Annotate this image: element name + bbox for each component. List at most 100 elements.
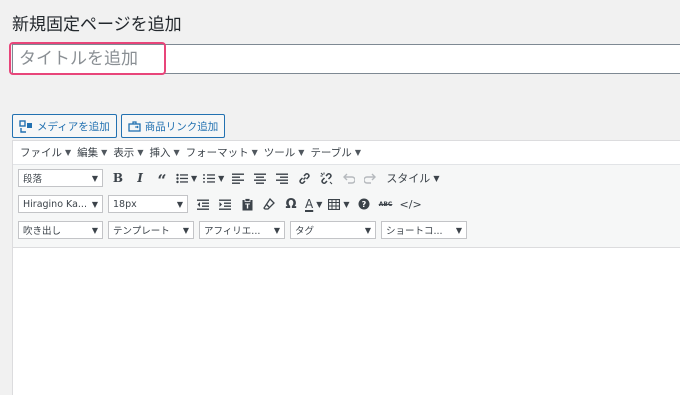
menu-tools-label: ツール [263,147,296,159]
product-link-icon [128,120,141,132]
font-size-select[interactable]: 18px ▼ [108,195,188,213]
menu-file[interactable]: ファイル ▼ [20,145,77,160]
strikethrough-button[interactable]: ABC [376,194,396,214]
chevron-down-icon: ▼ [354,148,361,157]
chevron-down-icon: ▼ [251,148,258,157]
add-product-link-button[interactable]: 商品リンク追加 [120,114,226,138]
bold-icon: B [112,171,124,185]
unlink-button[interactable] [316,168,336,188]
editor-menubar: ファイル ▼ 編集 ▼ 表示 ▼ 挿入 ▼ フォーマット ▼ ツール ▼ テーブル ▼ [13,141,680,165]
chevron-down-icon: ▼ [343,199,350,209]
chevron-down-icon: ▼ [191,173,198,183]
italic-button[interactable]: I [130,168,150,188]
chevron-down-icon: ▼ [173,148,180,157]
clear-formatting-button[interactable] [259,194,279,214]
menu-view-label: 表示 [113,147,135,159]
toolbar-row-1: 段落 ▼ B I “ ▼ ▼ スタイル ▼ [13,165,680,191]
table-button[interactable]: ▼ [326,194,351,214]
editor-toolbar: ファイル ▼ 編集 ▼ 表示 ▼ 挿入 ▼ フォーマット ▼ ツール ▼ テーブル ▼ 段落 ▼… [13,141,680,248]
shortcode-select-value: ショートコ... [386,226,443,237]
italic-icon: I [137,171,143,185]
chevron-down-icon: ▼ [364,225,371,235]
redo-button[interactable] [360,168,380,188]
chevron-down-icon: ▼ [455,225,462,235]
chevron-down-icon: ▼ [91,225,98,235]
menu-insert[interactable]: 挿入 ▼ [149,145,185,160]
quote-icon: “ [157,170,167,190]
outdent-button[interactable] [193,194,213,214]
font-family-select[interactable]: Hiragino Ka... ▼ [18,195,103,213]
indent-button[interactable] [215,194,235,214]
menu-format-label: フォーマット [185,147,249,159]
chevron-down-icon: ▼ [65,148,72,157]
bullet-list-icon [176,173,188,183]
menu-table[interactable]: テーブル ▼ [310,145,367,160]
media-buttons-row: メディアを追加 商品リンク追加 [12,114,226,138]
chevron-down-icon: ▼ [433,173,440,183]
chevron-down-icon: ▼ [298,148,305,157]
text-color-button[interactable]: A ▼ [303,194,324,214]
menu-file-label: ファイル [20,147,62,159]
template-select-value: テンプレート [113,226,170,237]
chevron-down-icon: ▼ [273,225,280,235]
chevron-down-icon: ▼ [176,199,183,209]
toolbar-row-3: 吹き出し ▼ テンプレート ▼ アフィリエ... ▼ タグ ▼ ショートコ... ▼ [13,217,680,243]
menu-insert-label: 挿入 [149,147,171,159]
add-media-label: メディアを追加 [37,120,110,133]
menu-view[interactable]: 表示 ▼ [113,145,149,160]
title-input[interactable] [14,45,614,73]
affiliate-select[interactable]: アフィリエ... ▼ [199,221,285,239]
undo-button[interactable] [338,168,358,188]
paste-as-text-button[interactable]: T [237,194,257,214]
insert-link-button[interactable] [294,168,314,188]
chevron-down-icon: ▼ [316,199,323,209]
numbered-list-button[interactable]: ▼ [201,168,226,188]
eraser-icon [263,198,275,210]
unlink-icon [320,172,333,184]
style-dropdown-label: スタイル [386,172,431,185]
menu-edit[interactable]: 編集 ▼ [77,145,113,160]
help-button[interactable]: ? [354,194,374,214]
page-title: 新規固定ページを追加 [12,15,182,35]
style-dropdown[interactable]: スタイル ▼ [384,168,441,188]
add-media-button[interactable]: メディアを追加 [12,114,117,138]
link-icon [299,172,310,184]
affiliate-select-value: アフィリエ... [204,226,261,237]
tag-select-value: タグ [295,226,315,237]
menu-tools[interactable]: ツール ▼ [264,145,311,160]
font-size-value: 18px [113,198,137,210]
code-icon: </> [399,197,422,211]
code-button[interactable]: </> [398,194,424,214]
menu-format[interactable]: フォーマット ▼ [186,145,264,160]
editor-content-area[interactable] [13,248,680,395]
chevron-down-icon: ▼ [218,173,225,183]
clipboard-icon: T [242,197,252,210]
paragraph-format-select[interactable]: 段落 ▼ [18,169,103,187]
chevron-down-icon: ▼ [137,148,144,157]
bullet-list-button[interactable]: ▼ [174,168,199,188]
align-center-button[interactable] [250,168,270,188]
shortcode-select[interactable]: ショートコ... ▼ [381,221,467,239]
align-right-button[interactable] [272,168,292,188]
add-product-link-label: 商品リンク追加 [144,120,219,133]
align-right-icon [276,173,289,184]
special-character-button[interactable]: Ω [281,194,301,214]
menu-table-label: テーブル [310,147,352,159]
help-icon: ? [358,198,370,210]
editor: ファイル ▼ 編集 ▼ 表示 ▼ 挿入 ▼ フォーマット ▼ ツール ▼ テーブル ▼ 段落 ▼… [12,140,680,395]
numbered-list-icon [203,173,216,183]
outdent-icon [197,199,209,210]
tag-select[interactable]: タグ ▼ [290,221,376,239]
balloon-select[interactable]: 吹き出し ▼ [18,221,103,239]
blockquote-button[interactable]: “ [152,168,172,188]
template-select[interactable]: テンプレート ▼ [108,221,194,239]
chevron-down-icon: ▼ [91,173,98,183]
redo-icon [363,173,376,184]
align-left-button[interactable] [228,168,248,188]
paragraph-format-value: 段落 [23,174,43,185]
align-left-icon [232,173,245,184]
bold-button[interactable]: B [108,168,128,188]
chevron-down-icon: ▼ [101,148,108,157]
align-center-icon [254,173,267,184]
title-field-wrapper [12,44,680,74]
